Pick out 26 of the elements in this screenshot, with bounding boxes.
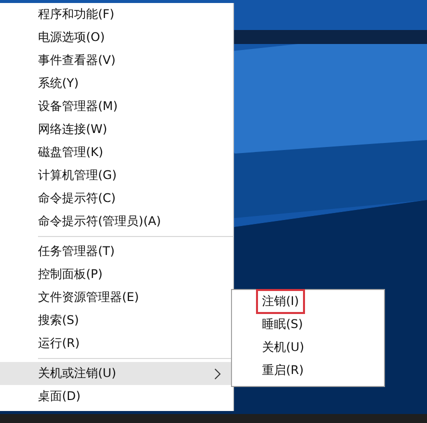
menu-item[interactable]: 设备管理器(M)	[0, 95, 233, 118]
menu-item[interactable]: 运行(R)	[0, 332, 233, 355]
menu-item[interactable]: 桌面(D)	[0, 385, 233, 408]
menu-item[interactable]: 注销(I)	[232, 290, 384, 313]
menu-item-label: 注销(I)	[256, 289, 305, 314]
menu-item-label: 关机(U)	[261, 339, 306, 356]
menu-item[interactable]: 磁盘管理(K)	[0, 141, 233, 164]
menu-item[interactable]: 关机(U)	[232, 336, 384, 359]
menu-item[interactable]: 系统(Y)	[0, 72, 233, 95]
menu-item[interactable]: 睡眠(S)	[232, 313, 384, 336]
menu-item-label: 重启(R)	[261, 362, 305, 379]
menu-item[interactable]: 事件查看器(V)	[0, 49, 233, 72]
menu-item[interactable]: 计算机管理(G)	[0, 164, 233, 187]
menu-item[interactable]: 关机或注销(U)	[0, 362, 233, 385]
menu-item[interactable]: 重启(R)	[232, 359, 384, 382]
menu-item[interactable]: 命令提示符(C)	[0, 187, 233, 210]
menu-item[interactable]: 文件资源管理器(E)	[0, 286, 233, 309]
menu-item[interactable]: 命令提示符(管理员)(A)	[0, 210, 233, 233]
menu-item[interactable]: 网络连接(W)	[0, 118, 233, 141]
menu-item[interactable]: 控制面板(P)	[0, 263, 233, 286]
chevron-right-icon	[214, 368, 221, 380]
menu-item[interactable]: 任务管理器(T)	[0, 240, 233, 263]
menu-item-label: 睡眠(S)	[261, 316, 304, 333]
menu-item[interactable]: 电源选项(O)	[0, 26, 233, 49]
menu-item[interactable]: 程序和功能(F)	[0, 3, 233, 26]
menu-item[interactable]: 搜索(S)	[0, 309, 233, 332]
